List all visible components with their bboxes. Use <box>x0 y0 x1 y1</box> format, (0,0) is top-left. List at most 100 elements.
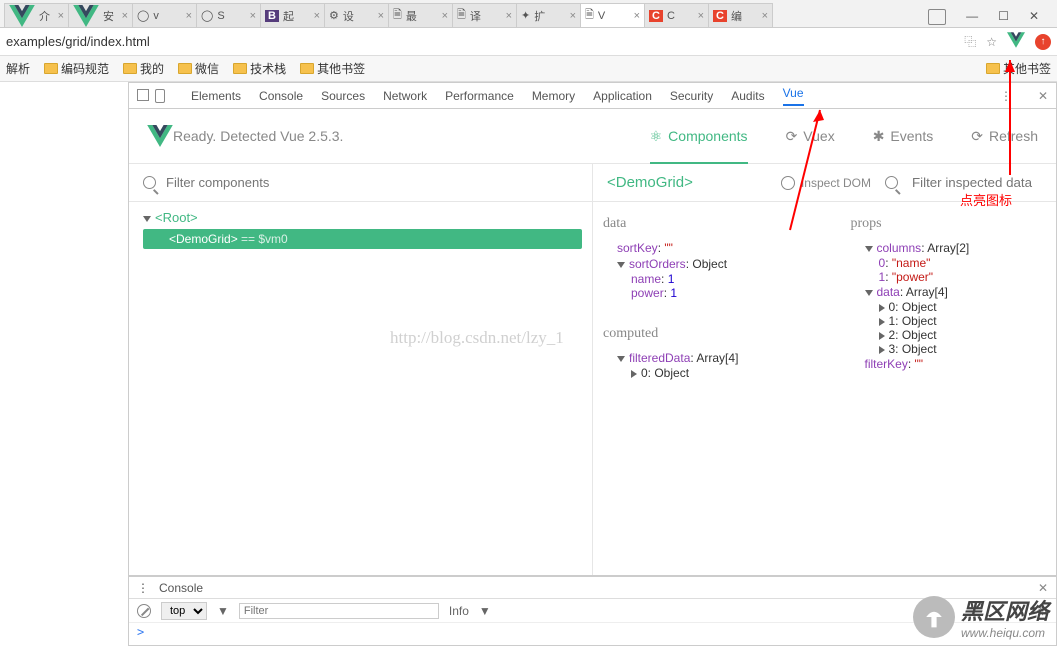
bookmarks-bar: 解析 编码规范 我的 微信 技术栈 其他书签 其他书签 <box>0 56 1057 82</box>
tab-sources[interactable]: Sources <box>321 89 365 103</box>
brand-icon <box>913 596 955 638</box>
inspect-dom-button[interactable]: Inspect DOM <box>801 176 871 190</box>
gear-icon: ⚙ <box>329 9 339 22</box>
bookmark-item[interactable]: 技术栈 <box>233 60 286 77</box>
vuetab-components[interactable]: ⚛Components <box>650 128 748 163</box>
close-icon[interactable]: × <box>58 10 64 22</box>
browser-tab[interactable]: B起× <box>260 3 325 27</box>
component-tag: <DemoGrid> <box>607 174 693 191</box>
site-brand: 黑区网络www.heiqu.com <box>913 594 1049 640</box>
vuetab-refresh[interactable]: ⟳Refresh <box>971 128 1038 145</box>
tab-audits[interactable]: Audits <box>731 89 764 103</box>
folder-icon <box>986 63 1000 74</box>
address-bar: examples/grid/index.html ⿻ ☆ ↑ <box>0 28 1057 56</box>
close-icon[interactable]: × <box>378 10 384 22</box>
tab-elements[interactable]: Elements <box>191 89 241 103</box>
folder-icon <box>178 63 192 74</box>
filter-components-input[interactable] <box>166 175 578 190</box>
folder-icon <box>44 63 58 74</box>
bookmark-item[interactable]: 我的 <box>123 60 164 77</box>
component-tree-pane: <Root> <DemoGrid> == $vm0 <box>129 164 593 575</box>
close-icon[interactable]: × <box>250 10 256 22</box>
browser-tab[interactable]: C编× <box>708 3 773 27</box>
folder-icon <box>300 63 314 74</box>
browser-tab[interactable]: ◯v× <box>132 3 197 27</box>
browser-tab[interactable]: ✦扩× <box>516 3 581 27</box>
refresh-icon: ⟳ <box>786 128 798 145</box>
browser-tab[interactable]: CC× <box>644 3 709 27</box>
vuetab-events[interactable]: ✱Events <box>873 128 934 145</box>
tab-memory[interactable]: Memory <box>532 89 575 103</box>
bookmark-item[interactable]: 解析 <box>6 60 30 77</box>
search-icon <box>885 176 898 189</box>
vue-logo-icon <box>147 125 173 147</box>
close-icon[interactable]: × <box>570 10 576 22</box>
drawer-close-icon[interactable]: ✕ <box>1038 581 1048 595</box>
tab-performance[interactable]: Performance <box>445 89 514 103</box>
close-button[interactable]: ✕ <box>1029 9 1039 25</box>
bookmark-item[interactable]: 编码规范 <box>44 60 109 77</box>
bookmark-item[interactable]: 其他书签 <box>300 60 365 77</box>
minimize-button[interactable]: — <box>966 9 978 25</box>
tab-application[interactable]: Application <box>593 89 652 103</box>
more-icon[interactable]: ⋮ <box>1000 89 1012 103</box>
extension-icon[interactable]: ↑ <box>1035 33 1051 50</box>
drawer-tab-console[interactable]: Console <box>159 581 203 595</box>
tab-network[interactable]: Network <box>383 89 427 103</box>
device-icon[interactable] <box>155 89 165 103</box>
devtools-panel: Elements Console Sources Network Perform… <box>128 82 1057 576</box>
translate-icon[interactable]: ⿻ <box>964 33 976 50</box>
section-props: props <box>851 216 1053 232</box>
close-icon[interactable]: × <box>122 10 128 22</box>
status-text: Ready. Detected Vue 2.5.3. <box>173 128 343 144</box>
refresh-icon: ⟳ <box>971 128 983 145</box>
browser-tab[interactable]: 🗎译× <box>452 3 517 27</box>
inspect-icon[interactable] <box>137 89 149 101</box>
close-icon[interactable]: × <box>634 10 640 22</box>
console-filter-input[interactable] <box>239 603 439 619</box>
browser-tab[interactable]: 介× <box>4 3 69 27</box>
search-icon <box>143 176 156 189</box>
user-icon[interactable] <box>928 9 946 25</box>
drawer-more-icon[interactable]: ⋮ <box>137 581 149 595</box>
window-controls: — ☐ ✕ <box>914 7 1053 27</box>
vuetab-vuex[interactable]: ⟳Vuex <box>786 128 835 145</box>
doc-icon: 🗎 <box>457 6 466 25</box>
browser-tabstrip: 介× 安× ◯v× ◯S× B起× ⚙设× 🗎最× 🗎译× ✦扩× 🗎V× CC… <box>0 0 1057 28</box>
bookmark-star-icon[interactable]: ☆ <box>986 35 997 49</box>
browser-tab[interactable]: 🗎最× <box>388 3 453 27</box>
tab-console[interactable]: Console <box>259 89 303 103</box>
tab-vue[interactable]: Vue <box>783 86 804 106</box>
close-icon[interactable]: × <box>698 10 704 22</box>
bookmark-item[interactable]: 微信 <box>178 60 219 77</box>
browser-tab-active[interactable]: 🗎V× <box>580 3 645 27</box>
bookmark-other[interactable]: 其他书签 <box>986 60 1051 77</box>
close-icon[interactable]: × <box>442 10 448 22</box>
filter-inspected-input[interactable] <box>912 175 1042 190</box>
browser-tab[interactable]: ⚙设× <box>324 3 389 27</box>
doc-icon: 🗎 <box>393 6 402 25</box>
url-input[interactable]: examples/grid/index.html <box>6 34 954 49</box>
close-icon[interactable]: × <box>186 10 192 22</box>
clear-icon[interactable] <box>137 604 151 618</box>
extension-icon: ✦ <box>521 9 530 22</box>
close-icon[interactable]: × <box>314 10 320 22</box>
vue-devtools-icon[interactable] <box>1007 32 1025 51</box>
close-icon[interactable]: × <box>506 10 512 22</box>
close-icon[interactable]: × <box>762 10 768 22</box>
browser-tab[interactable]: 安× <box>68 3 133 27</box>
browser-tab[interactable]: ◯S× <box>196 3 261 27</box>
eye-icon[interactable] <box>781 176 795 190</box>
events-icon: ✱ <box>873 128 885 145</box>
tree-selected[interactable]: <DemoGrid> == $vm0 <box>143 229 582 249</box>
devtools-tabs: Elements Console Sources Network Perform… <box>129 83 1056 109</box>
tree-root[interactable]: <Root> <box>143 210 582 225</box>
components-icon: ⚛ <box>650 128 663 145</box>
folder-icon <box>123 63 137 74</box>
close-icon[interactable]: ✕ <box>1038 89 1048 103</box>
maximize-button[interactable]: ☐ <box>998 9 1009 25</box>
level-select[interactable]: Info <box>449 604 469 618</box>
watermark: http://blog.csdn.net/lzy_1 <box>390 328 564 348</box>
tab-security[interactable]: Security <box>670 89 713 103</box>
context-select[interactable]: top <box>161 602 207 620</box>
